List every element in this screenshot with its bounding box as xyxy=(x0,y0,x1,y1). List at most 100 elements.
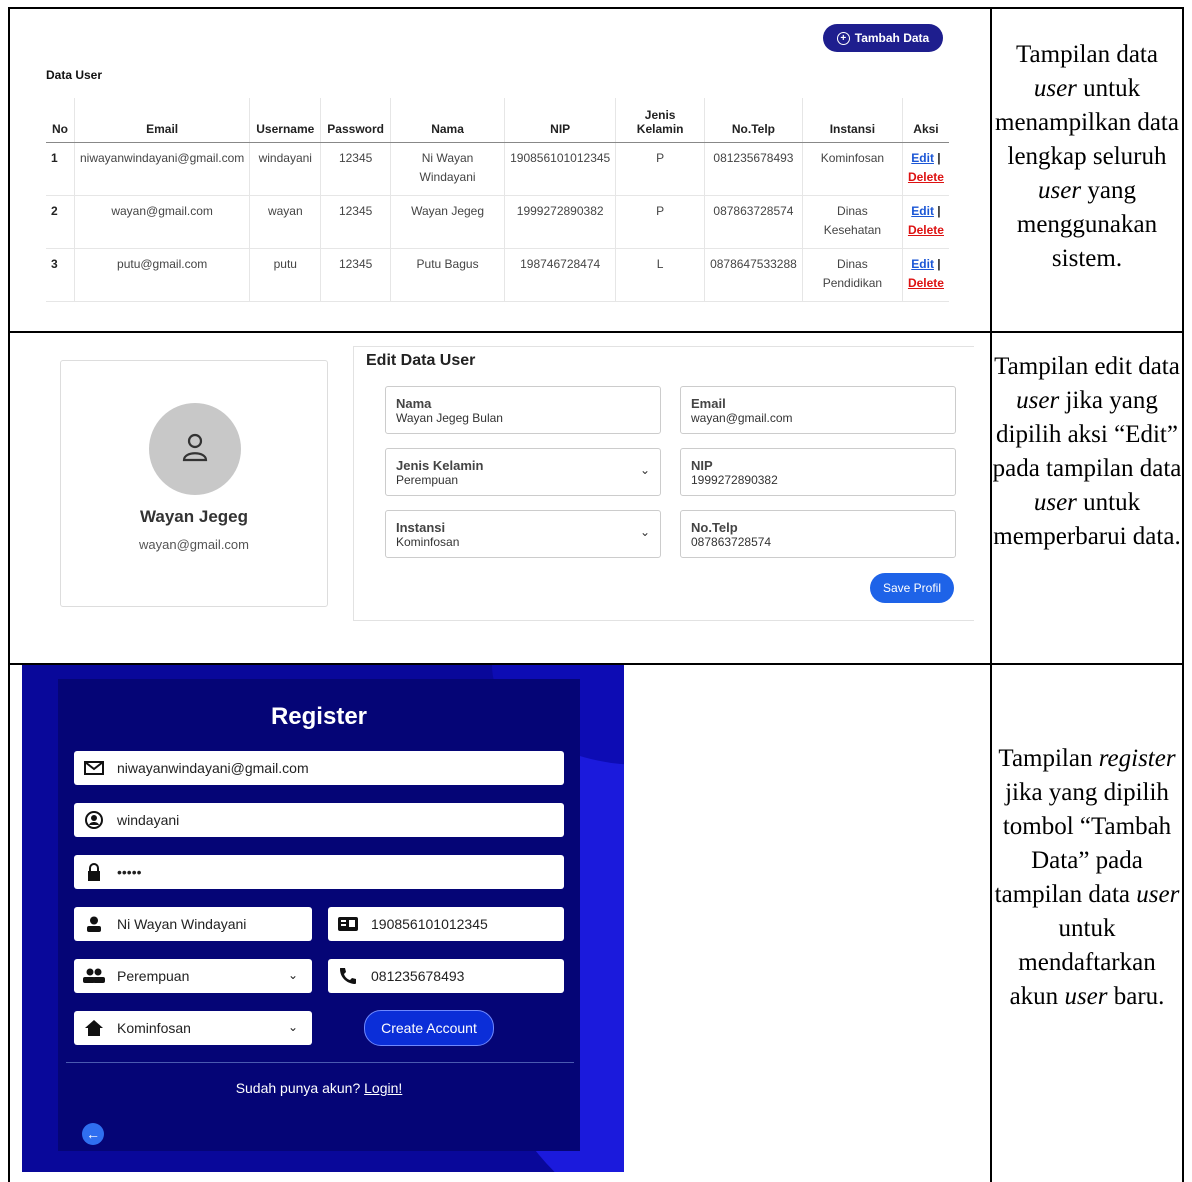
edit-link[interactable]: Edit xyxy=(911,151,934,165)
nama-value: Ni Wayan Windayani xyxy=(117,916,247,932)
cell-nama: Putu Bagus xyxy=(389,248,505,302)
edit-link[interactable]: Edit xyxy=(911,257,934,271)
cell-jk: L xyxy=(615,248,705,302)
column-header: No xyxy=(46,98,75,143)
description-text: user xyxy=(1033,489,1077,516)
cell-telp: 0878647533288 xyxy=(704,248,803,302)
jenis-kelamin-select[interactable]: Perempuan ⌄ xyxy=(74,959,312,993)
table-border-right xyxy=(1182,7,1184,1182)
nip-field[interactable]: NIP 1999272890382 xyxy=(680,448,956,496)
email-label: Email xyxy=(691,396,726,411)
tambah-data-label: Tambah Data xyxy=(854,31,930,45)
back-arrow-icon[interactable]: ← xyxy=(82,1123,104,1145)
cell-email: wayan@gmail.com xyxy=(73,195,250,249)
nama-input[interactable]: Ni Wayan Windayani xyxy=(74,907,312,941)
cell-nama: Wayan Jegeg xyxy=(389,195,505,249)
jenis-kelamin-value: Perempuan xyxy=(396,473,459,487)
cell-aksi: Edit | Delete xyxy=(901,195,949,249)
cell-nip: 190856101012345 xyxy=(504,142,616,196)
cell-jk: P xyxy=(615,195,705,249)
description-text: register xyxy=(1098,745,1176,772)
user-circle-icon xyxy=(83,811,105,829)
delete-link[interactable]: Delete xyxy=(908,276,944,290)
column-header: Jenis Kelamin xyxy=(615,98,705,143)
nama-value: Wayan Jegeg Bulan xyxy=(396,411,503,425)
save-profil-button[interactable]: Save Profil xyxy=(870,573,954,603)
chevron-down-icon: ⌄ xyxy=(639,525,650,539)
jenis-kelamin-value: Perempuan xyxy=(117,968,190,984)
cell-nip: 1999272890382 xyxy=(504,195,616,249)
cell-email: niwayanwindayani@gmail.com xyxy=(73,142,250,196)
password-input[interactable]: ••••• xyxy=(74,855,564,889)
cell-username: wayan xyxy=(249,195,321,249)
table-row: 3 putu@gmail.com putu 12345 Putu Bagus 198746… xyxy=(46,248,949,302)
instansi-select[interactable]: Instansi Kominfosan ⌄ xyxy=(385,510,661,558)
email-input[interactable]: niwayanwindayani@gmail.com xyxy=(74,751,564,785)
register-screen: Register niwayanwindayani@gmail.com wind… xyxy=(22,665,624,1172)
tambah-data-button[interactable]: + Tambah Data xyxy=(823,24,943,52)
profile-card: Wayan Jegeg wayan@gmail.com xyxy=(60,360,328,607)
table-border-left xyxy=(8,7,10,1182)
description-text: user xyxy=(1038,177,1082,204)
description-text: Tampilan xyxy=(998,745,1099,772)
column-header: NIP xyxy=(504,98,616,143)
cell-password: 12345 xyxy=(320,195,391,249)
nip-input[interactable]: 190856101012345 xyxy=(328,907,564,941)
separator: | xyxy=(937,257,941,271)
telp-input[interactable]: 081235678493 xyxy=(328,959,564,993)
envelope-icon xyxy=(83,759,105,777)
cell-jk: P xyxy=(615,142,705,196)
table-border-top xyxy=(8,7,1184,9)
email-field[interactable]: Email wayan@gmail.com xyxy=(680,386,956,434)
login-link[interactable]: Login! xyxy=(364,1080,402,1096)
username-input[interactable]: windayani xyxy=(74,803,564,837)
phone-icon xyxy=(337,967,359,985)
email-value: wayan@gmail.com xyxy=(691,411,793,425)
cell-password: 12345 xyxy=(320,248,391,302)
email-value: niwayanwindayani@gmail.com xyxy=(117,760,309,776)
description-text: Tampilan data xyxy=(1016,41,1158,68)
cell-aksi: Edit | Delete xyxy=(901,142,949,196)
chevron-down-icon: ⌄ xyxy=(639,463,650,477)
username-value: windayani xyxy=(117,812,180,828)
login-prompt: Sudah punya akun? Login! xyxy=(58,1080,580,1096)
user-icon xyxy=(83,915,105,933)
lock-icon xyxy=(83,863,105,881)
cell-nip: 198746728474 xyxy=(504,248,616,302)
nama-field[interactable]: Nama Wayan Jegeg Bulan xyxy=(385,386,661,434)
instansi-value: Kominfosan xyxy=(396,535,460,549)
data-user-table: No Email Username Password Nama NIP Jenis Kela… xyxy=(46,98,949,302)
telp-label: No.Telp xyxy=(691,520,738,535)
edit-data-user-panel: Edit Data User Nama Wayan Jegeg Bulan Em… xyxy=(353,346,974,621)
nama-label: Nama xyxy=(396,396,432,411)
jenis-kelamin-select[interactable]: Jenis Kelamin Perempuan ⌄ xyxy=(385,448,661,496)
users-icon xyxy=(83,967,105,985)
separator: | xyxy=(937,204,941,218)
cell-instansi: Dinas Kesehatan xyxy=(801,195,903,249)
column-header: Password xyxy=(320,98,391,143)
column-header: Nama xyxy=(389,98,505,143)
column-header: Username xyxy=(249,98,321,143)
login-prompt-text: Sudah punya akun? xyxy=(235,1080,361,1096)
chevron-down-icon: ⌄ xyxy=(287,1020,298,1034)
table-row: 1 niwayanwindayani@gmail.com windayani 1234… xyxy=(46,142,949,196)
create-account-button[interactable]: Create Account xyxy=(364,1010,494,1046)
profile-email: wayan@gmail.com xyxy=(138,537,249,552)
column-header: Email xyxy=(73,98,250,143)
delete-link[interactable]: Delete xyxy=(908,223,944,237)
cell-instansi: Kominfosan xyxy=(801,142,903,196)
telp-field[interactable]: No.Telp 087863728574 xyxy=(680,510,956,558)
delete-link[interactable]: Delete xyxy=(908,170,944,184)
description-text: untuk memperbarui data. xyxy=(993,489,1181,550)
edit-data-user-title: Edit Data User xyxy=(366,352,476,369)
cell-aksi: Edit | Delete xyxy=(901,248,949,302)
instansi-select[interactable]: Kominfosan ⌄ xyxy=(74,1011,312,1045)
cell-no: 3 xyxy=(46,248,75,302)
chevron-down-icon: ⌄ xyxy=(287,968,298,982)
table-border-row1 xyxy=(8,331,1184,333)
column-header: No.Telp xyxy=(704,98,803,143)
nip-value: 1999272890382 xyxy=(691,473,778,487)
description-text: user xyxy=(1033,75,1077,102)
nip-value: 190856101012345 xyxy=(371,916,488,932)
edit-link[interactable]: Edit xyxy=(911,204,934,218)
